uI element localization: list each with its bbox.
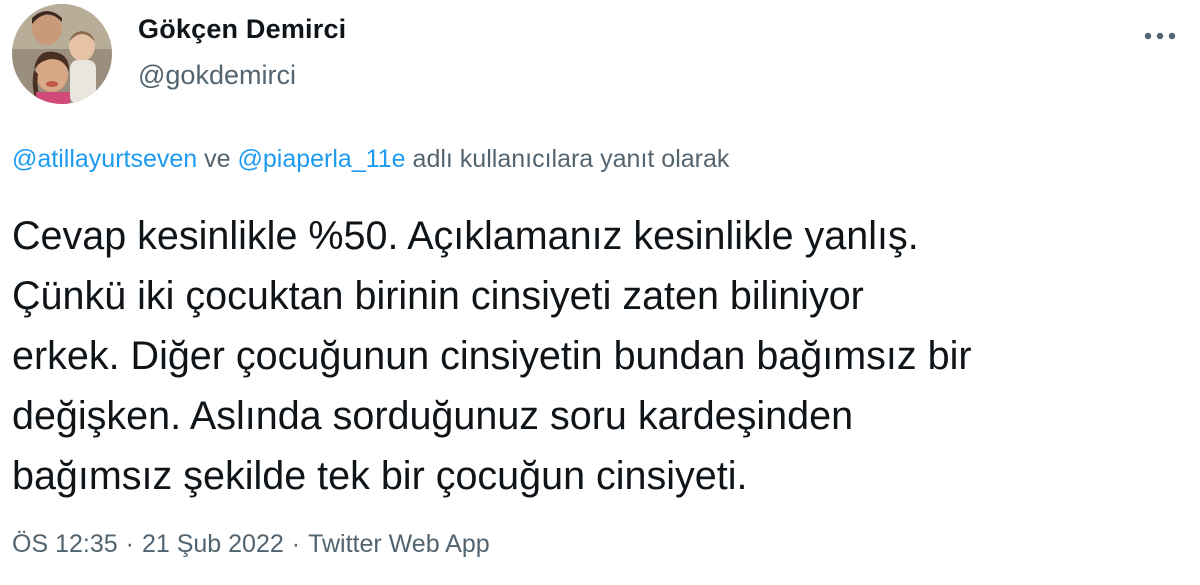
tweet-card: Gökçen Demirci @gokdemirci @atillayurtse… (0, 0, 1200, 585)
reply-mention-2[interactable]: @piaperla_11e (238, 145, 406, 173)
tweet-date[interactable]: 21 Şub 2022 (142, 530, 284, 558)
tweet-source[interactable]: Twitter Web App (308, 530, 490, 558)
tweet-text-line: değişken. Aslında sorduğunuz soru kardeş… (12, 394, 854, 438)
avatar[interactable] (12, 4, 112, 104)
tweet-metadata: ÖS 12:35 · 21 Şub 2022 · Twitter Web App (12, 530, 490, 559)
tweet-text-line: bağımsız şekilde tek bir çocuğun cinsiye… (12, 454, 748, 498)
tweet-text-line: Cevap kesinlikle %50. Açıklamanız kesinl… (12, 214, 919, 258)
reply-context: @atillayurtseven ve @piaperla_11e adlı k… (12, 145, 729, 174)
author-handle[interactable]: @gokdemirci (138, 60, 296, 91)
more-horizontal-icon[interactable] (1140, 26, 1180, 46)
tweet-text-line: erkek. Diğer çocuğunun cinsiyetin bundan… (12, 334, 972, 378)
reply-connector: ve (204, 145, 231, 173)
tweet-time[interactable]: ÖS 12:35 (12, 530, 118, 558)
tweet-text-line: Çünkü iki çocuktan birinin cinsiyeti zat… (12, 274, 864, 318)
profile-photo-icon (12, 4, 112, 104)
meta-separator: · (125, 530, 134, 558)
author-display-name[interactable]: Gökçen Demirci (138, 14, 346, 45)
reply-suffix: adlı kullanıcılara yanıt olarak (412, 145, 730, 173)
meta-separator: · (291, 530, 301, 558)
tweet-text: Cevap kesinlikle %50. Açıklamanız kesinl… (12, 206, 1182, 506)
reply-mention-1[interactable]: @atillayurtseven (12, 145, 197, 173)
